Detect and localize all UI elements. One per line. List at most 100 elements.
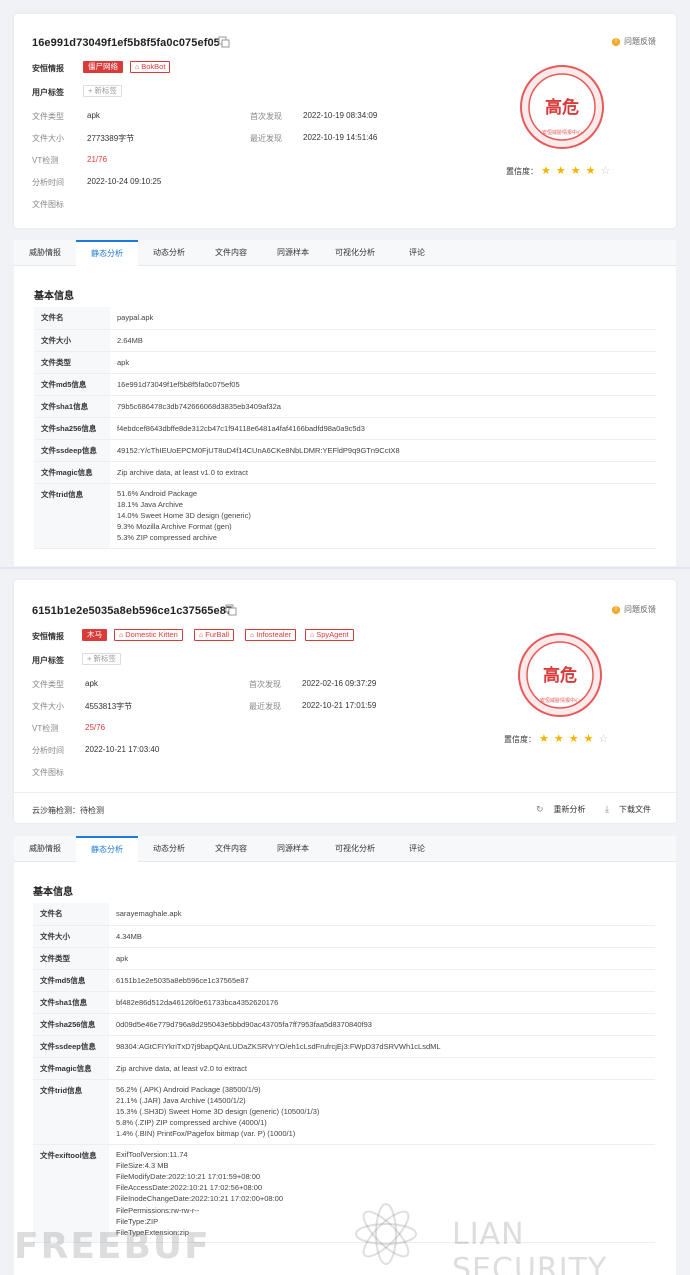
value-line: 18.1% Java Archive [117, 499, 183, 509]
star-filled-icon: ★ [539, 733, 549, 745]
table-row: 文件大小 2.64MB [34, 329, 656, 352]
value-line: 21.1% (.JAR) Java Archive (14500/1/2) [116, 1095, 246, 1105]
panel-title: 基本信息 [33, 887, 73, 898]
intel-tag[interactable]: ⌂ FurBall [194, 629, 234, 641]
copy-icon[interactable] [218, 36, 230, 48]
vt-value[interactable]: 21/76 [87, 155, 107, 164]
row-key: 文件ssdeep信息 [34, 439, 110, 462]
row-value: 49152:Y/cThIEUoEPCM0FjUT8uD4f14CUnA6CKe8… [110, 439, 656, 462]
row-value: 51.6% Android Package 18.1% Java Archive 1… [110, 483, 656, 549]
tab-1[interactable]: 静态分析 [76, 836, 138, 862]
intel-tag[interactable]: 木马 [82, 629, 107, 641]
tab-1[interactable]: 静态分析 [76, 240, 138, 266]
table-row: 文件大小 4.34MB [33, 925, 655, 948]
confidence-stars: ★ ★ ★ ★ ☆ [539, 732, 608, 745]
first-seen-label: 首次发现 [250, 112, 282, 121]
tab-5[interactable]: 可视化分析 [324, 836, 386, 862]
lian-logo-icon [355, 1203, 417, 1265]
table-row: 文件md5信息 6151b1e2e5035a8eb596ce1c37565e87 [33, 969, 655, 992]
value-line: 15.3% (.SH3D) Sweet Home 3D design (gene… [116, 1106, 320, 1116]
tab-2[interactable]: 动态分析 [138, 836, 200, 862]
row-key: 文件sha1信息 [33, 991, 109, 1014]
tab-4[interactable]: 同源样本 [262, 240, 324, 266]
row-key: 文件名 [34, 307, 110, 330]
sandbox-status: 云沙箱检测：待检测 [32, 806, 104, 815]
star-empty-icon: ☆ [600, 165, 611, 177]
last-seen-value: 2022-10-19 14:51:46 [303, 133, 378, 142]
table-row: 文件trid信息 51.6% Android Package 18.1% Java … [34, 483, 656, 549]
reanalyze-button[interactable]: ↻ 重新分析 [536, 804, 586, 815]
basic-info-table: 文件名 paypal.apk 文件大小 2.64MB 文件类型 apk 文件md5信息 16e… [34, 307, 656, 549]
file-type-label: 文件类型 [32, 680, 64, 689]
basic-info-table: 文件名 sarayemaghale.apk 文件大小 4.34MB 文件类型 apk 文件m… [33, 903, 655, 1244]
download-icon: ⤓ [605, 804, 609, 814]
intel-tag[interactable]: ⌂ SpyAgent [305, 629, 354, 641]
file-size-label: 文件大小 [32, 134, 64, 143]
value-line: FileAccessDate:2022:10:21 17:02:56+08:00 [116, 1183, 263, 1193]
intel-tag[interactable]: 僵尸网络 [83, 61, 123, 73]
table-row: 文件magic信息 Zip archive data, at least v2.0… [33, 1057, 655, 1080]
intel-label: 安恒情报 [32, 632, 64, 641]
intel-tag[interactable]: ⌂ Domestic Kitten [114, 629, 183, 641]
value-line: 5.8% (.ZIP) ZIP compressed archive (4000… [116, 1118, 267, 1128]
value-line: 51.6% Android Package [117, 488, 198, 498]
tab-6[interactable]: 评论 [386, 240, 448, 266]
value-line: ExifToolVersion:11.74 [116, 1149, 188, 1159]
row-value: Zip archive data, at least v2.0 to extra… [109, 1057, 655, 1080]
user-tag-label: 用户标签 [32, 656, 64, 665]
tab-0[interactable]: 威胁情报 [14, 836, 76, 862]
star-filled-icon: ★ [553, 733, 564, 745]
analysis-time-label: 分析时间 [32, 178, 64, 187]
tag-icon: ⌂ [199, 632, 204, 639]
warning-icon: ! [612, 605, 620, 614]
add-tag-button[interactable]: + 新标签 [82, 653, 121, 665]
row-key: 文件magic信息 [33, 1057, 109, 1080]
tab-4[interactable]: 同源样本 [262, 836, 324, 862]
tab-0[interactable]: 威胁情报 [14, 240, 76, 266]
intel-tag[interactable]: ⌂ BokBot [130, 61, 171, 73]
file-type-value: apk [85, 679, 98, 688]
first-seen-value: 2022-10-19 08:34:09 [303, 111, 378, 120]
tab-3[interactable]: 文件内容 [200, 836, 262, 862]
tab-2[interactable]: 动态分析 [138, 240, 200, 266]
refresh-icon: ↻ [536, 804, 544, 814]
first-seen-value: 2022-02-16 09:37:29 [302, 679, 377, 688]
vt-label: VT检测 [32, 156, 59, 165]
table-row: 文件名 paypal.apk [34, 307, 656, 330]
intel-tag[interactable]: ⌂ Infostealer [245, 629, 297, 641]
feedback-link[interactable]: ! 问题反馈 [612, 604, 656, 615]
row-value: apk [109, 947, 655, 970]
tab-3[interactable]: 文件内容 [200, 240, 262, 266]
basic-info-panel: 基本信息 文件名 sarayemaghale.apk 文件大小 4.34MB 文件类型 a… [14, 862, 676, 1275]
confidence-label: 置信度： [504, 735, 536, 744]
row-key: 文件ssdeep信息 [33, 1035, 109, 1058]
star-filled-icon: ★ [568, 733, 579, 745]
analysis-time-value: 2022-10-24 09:10:25 [87, 177, 162, 186]
panel-title: 基本信息 [34, 291, 74, 302]
file-size-value: 2773389字节 [87, 134, 135, 143]
download-button[interactable]: ⤓ 下载文件 [605, 804, 651, 815]
row-value: 16e991d73049f1ef5b8f5fa0c075ef05 [110, 373, 656, 396]
first-seen-label: 首次发现 [249, 680, 281, 689]
feedback-link[interactable]: ! 问题反馈 [612, 36, 656, 47]
file-icon-label: 文件图标 [32, 768, 64, 777]
tab-bar: 威胁情报 静态分析 动态分析 文件内容 同源样本 可视化分析 评论 [14, 836, 676, 862]
last-seen-label: 最近发现 [250, 134, 282, 143]
add-tag-button[interactable]: + 新标签 [83, 85, 122, 97]
row-key: 文件类型 [34, 351, 110, 374]
analysis-time-value: 2022-10-21 17:03:40 [85, 745, 160, 754]
row-value: 79b5c686478c3db742666068d3835eb3409af32a [110, 395, 656, 418]
table-row: 文件类型 apk [33, 947, 655, 970]
risk-level: 高危 [543, 665, 577, 686]
vt-value[interactable]: 25/76 [85, 723, 105, 732]
file-type-label: 文件类型 [32, 112, 64, 121]
tab-6[interactable]: 评论 [386, 836, 448, 862]
tab-5[interactable]: 可视化分析 [324, 240, 386, 266]
copy-icon[interactable] [225, 604, 237, 616]
card-divider [14, 792, 676, 793]
star-filled-icon: ★ [583, 733, 594, 745]
last-seen-label: 最近发现 [249, 702, 281, 711]
table-row: 文件magic信息 Zip archive data, at least v1.0… [34, 461, 656, 484]
star-filled-icon: ★ [541, 165, 551, 177]
row-key: 文件大小 [34, 329, 110, 352]
